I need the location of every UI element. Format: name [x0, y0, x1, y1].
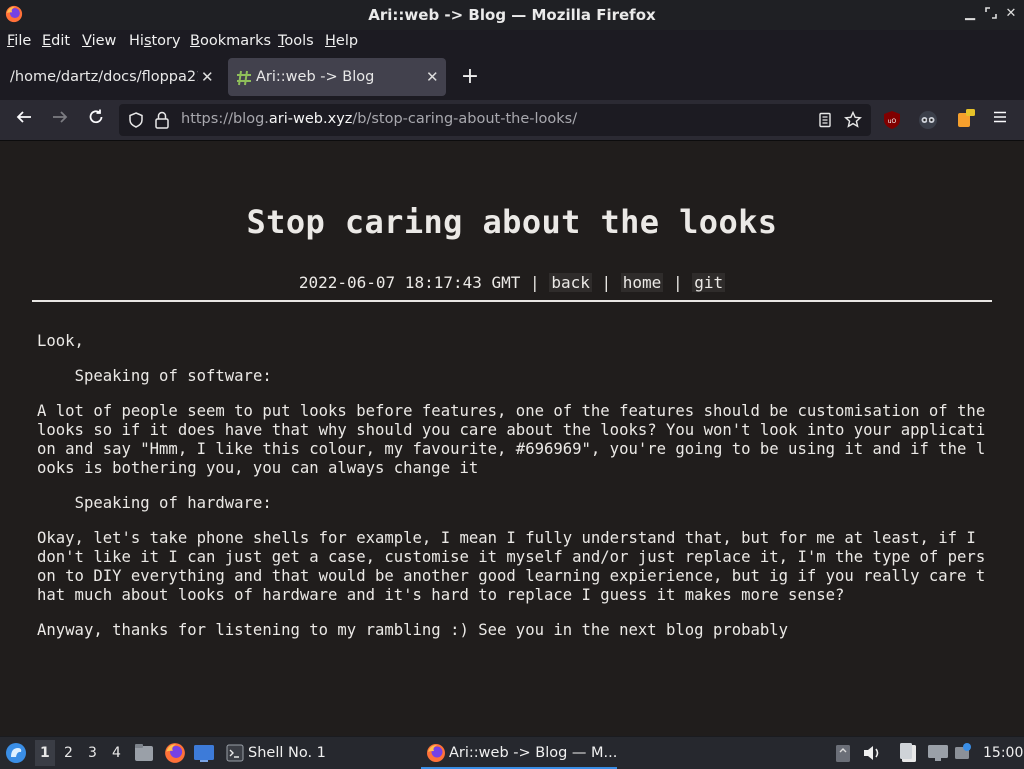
tab-label: Ari::web -> Blog [256, 69, 375, 85]
meta-separator: | [672, 273, 683, 292]
workspace-3[interactable]: 3 [88, 745, 97, 761]
post-meta: 2022-06-07 18:17:43 GMT | back | home | … [0, 273, 1024, 292]
firefox-launcher-icon[interactable] [164, 742, 186, 764]
meta-separator: | [530, 273, 540, 292]
workspace-2[interactable]: 2 [64, 745, 73, 761]
terminal-icon [226, 744, 244, 762]
back-button[interactable] [12, 108, 36, 132]
bookmark-star-icon[interactable] [844, 111, 862, 129]
tab-blog[interactable]: Ari::web -> Blog ✕ [228, 58, 446, 96]
menu-history[interactable]: History [129, 33, 181, 49]
post-greeting: Look, [37, 332, 84, 350]
navigation-bar: https://blog.ari-web.xyz/b/stop-caring-a… [0, 100, 1024, 141]
section-heading-software: Speaking of software: [37, 367, 272, 385]
tab-label: /home/dartz/docs/floppa21.l [10, 69, 198, 85]
site-favicon-icon [237, 70, 251, 86]
menu-file[interactable]: File [7, 33, 31, 49]
page-content: Stop caring about the looks 2022-06-07 1… [0, 141, 1024, 736]
updates-tray-icon[interactable] [953, 742, 973, 762]
menu-help[interactable]: Help [325, 33, 358, 49]
url-text[interactable]: https://blog.ari-web.xyz/b/stop-caring-a… [181, 111, 577, 127]
app-menu-button[interactable] [988, 108, 1012, 132]
window-titlebar: Ari::web -> Blog — Mozilla Firefox ▁ ✕ [0, 0, 1024, 30]
forward-button[interactable] [48, 108, 72, 132]
task-label: Shell No. 1 [248, 745, 326, 761]
network-tray-icon[interactable] [927, 743, 949, 763]
forward-arrow-icon [53, 111, 68, 123]
lock-icon[interactable] [154, 111, 170, 129]
workspace-4[interactable]: 4 [112, 745, 121, 761]
paragraph-software: A lot of people seem to put looks before… [37, 402, 995, 477]
menu-tools[interactable]: Tools [278, 33, 314, 49]
post-date: 2022-06-07 18:17:43 GMT [298, 273, 521, 292]
back-arrow-icon [16, 111, 31, 123]
maximize-icon [985, 7, 997, 19]
file-manager-icon[interactable] [134, 743, 154, 763]
clipboard-tray-icon[interactable] [835, 743, 851, 763]
home-link[interactable]: home [620, 273, 664, 292]
git-link[interactable]: git [692, 273, 726, 292]
menu-bar: File Edit View History Bookmarks Tools H… [0, 30, 1024, 54]
section-heading-hardware: Speaking of hardware: [37, 494, 272, 512]
close-tab-icon[interactable]: ✕ [201, 68, 214, 86]
taskbar: 1 2 3 4 Shell No. 1 Ari::web -> Blog — M… [0, 736, 1024, 769]
reader-view-icon[interactable] [817, 112, 833, 128]
tracking-protection-shield-icon[interactable] [128, 112, 144, 128]
close-tab-icon[interactable]: ✕ [426, 68, 439, 86]
reload-icon [89, 109, 103, 124]
maximize-button[interactable] [984, 7, 998, 21]
extension-glasses-icon[interactable] [918, 110, 938, 130]
close-window-button[interactable]: ✕ [1004, 7, 1018, 21]
menu-bookmarks[interactable]: Bookmarks [190, 33, 271, 49]
workspace-1[interactable]: 1 [40, 745, 50, 761]
extension-puzzle-icon[interactable] [955, 106, 977, 130]
volume-icon[interactable] [862, 743, 882, 763]
new-tab-button[interactable]: + [459, 66, 481, 88]
ublock-origin-icon[interactable]: uO [883, 110, 901, 130]
url-bar[interactable]: https://blog.ari-web.xyz/b/stop-caring-a… [119, 104, 871, 136]
show-desktop-icon[interactable] [193, 743, 215, 763]
svg-text:uO: uO [888, 118, 897, 125]
task-firefox[interactable]: Ari::web -> Blog — M... [421, 737, 617, 769]
menu-view[interactable]: View [82, 33, 116, 49]
clock[interactable]: 15:00 [983, 745, 1023, 761]
post-title: Stop caring about the looks [246, 203, 778, 241]
tab-strip: /home/dartz/docs/floppa21.l ✕ Ari::web -… [0, 54, 1024, 100]
paragraph-hardware: Okay, let's take phone shells for exampl… [37, 529, 986, 604]
window-title: Ari::web -> Blog — Mozilla Firefox [368, 6, 656, 24]
start-menu-icon[interactable] [5, 742, 27, 764]
task-label: Ari::web -> Blog — M... [449, 745, 618, 761]
meta-separator: | [601, 273, 612, 292]
minimize-button[interactable]: ▁ [963, 7, 977, 21]
title-divider [32, 300, 992, 302]
firefox-icon [427, 744, 445, 762]
hamburger-menu-icon [994, 111, 1006, 123]
back-link[interactable]: back [549, 273, 592, 292]
notes-tray-icon[interactable] [899, 742, 919, 764]
reload-button[interactable] [84, 108, 108, 132]
tab-floppa[interactable]: /home/dartz/docs/floppa21.l ✕ [0, 58, 226, 96]
post-closing: Anyway, thanks for listening to my rambl… [37, 621, 789, 639]
task-shell[interactable]: Shell No. 1 [224, 737, 410, 769]
menu-edit[interactable]: Edit [42, 33, 70, 49]
